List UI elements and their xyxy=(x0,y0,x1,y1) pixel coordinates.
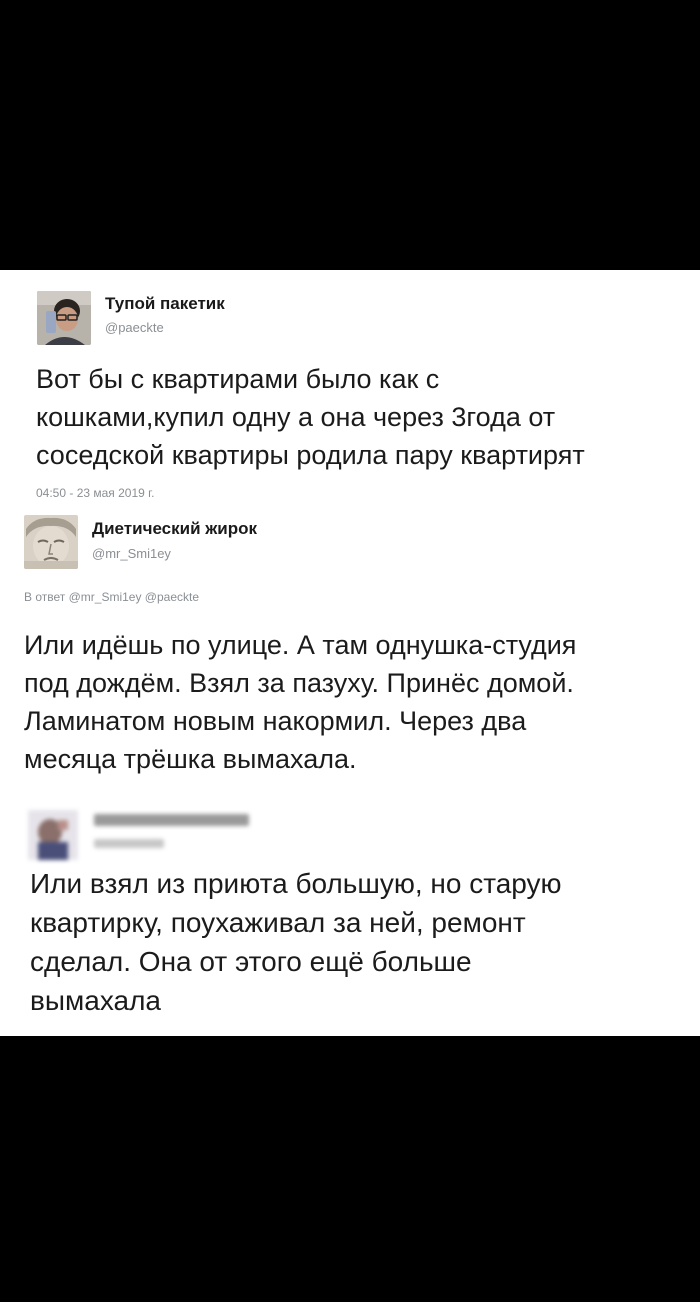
avatar-statue-face xyxy=(24,515,78,569)
tweet-line: сделал. Она от этого ещё больше xyxy=(30,946,472,977)
tweet-line: квартирку, поухаживал за ней, ремонт xyxy=(30,907,526,938)
avatar-photo xyxy=(37,291,91,345)
timestamp[interactable]: 04:50 - 23 мая 2019 г. xyxy=(36,486,154,500)
username[interactable]: @mr_Smi1ey xyxy=(92,546,171,561)
tweet-line: Ламинатом новым накормил. Через два xyxy=(24,706,527,736)
tweet-line: месяца трёшка вымахала. xyxy=(24,744,357,774)
tweet-line: Или идёшь по улице. А там однушка-студия xyxy=(24,630,577,660)
avatar[interactable] xyxy=(24,515,78,569)
avatar[interactable] xyxy=(28,810,78,860)
tweet-line: под дождём. Взял за пазуху. Принёс домой… xyxy=(24,668,574,698)
name-redacted xyxy=(94,814,249,826)
avatar[interactable] xyxy=(37,291,91,345)
tweet-line: Вот бы с квартирами было как с xyxy=(36,364,440,394)
display-name[interactable]: Диетический жирок xyxy=(92,519,257,539)
avatar-blurred xyxy=(28,810,78,860)
reply-context[interactable]: В ответ @mr_Smi1ey @paeckte xyxy=(24,590,199,604)
tweet-line: вымахала xyxy=(30,985,161,1016)
handle-redacted xyxy=(94,839,164,848)
tweet-line: соседской квартиры родила пару квартирят xyxy=(36,440,585,470)
display-name[interactable]: Тупой пакетик xyxy=(105,294,225,314)
username[interactable]: @paeckte xyxy=(105,320,164,335)
tweet-line: Или взял из приюта большую, но старую xyxy=(30,868,562,899)
tweet-line: кошками,купил одну а она через 3года от xyxy=(36,402,556,432)
screenshot-panel: Тупой пакетик @paeckte Вот бы с квартира… xyxy=(0,270,700,1036)
